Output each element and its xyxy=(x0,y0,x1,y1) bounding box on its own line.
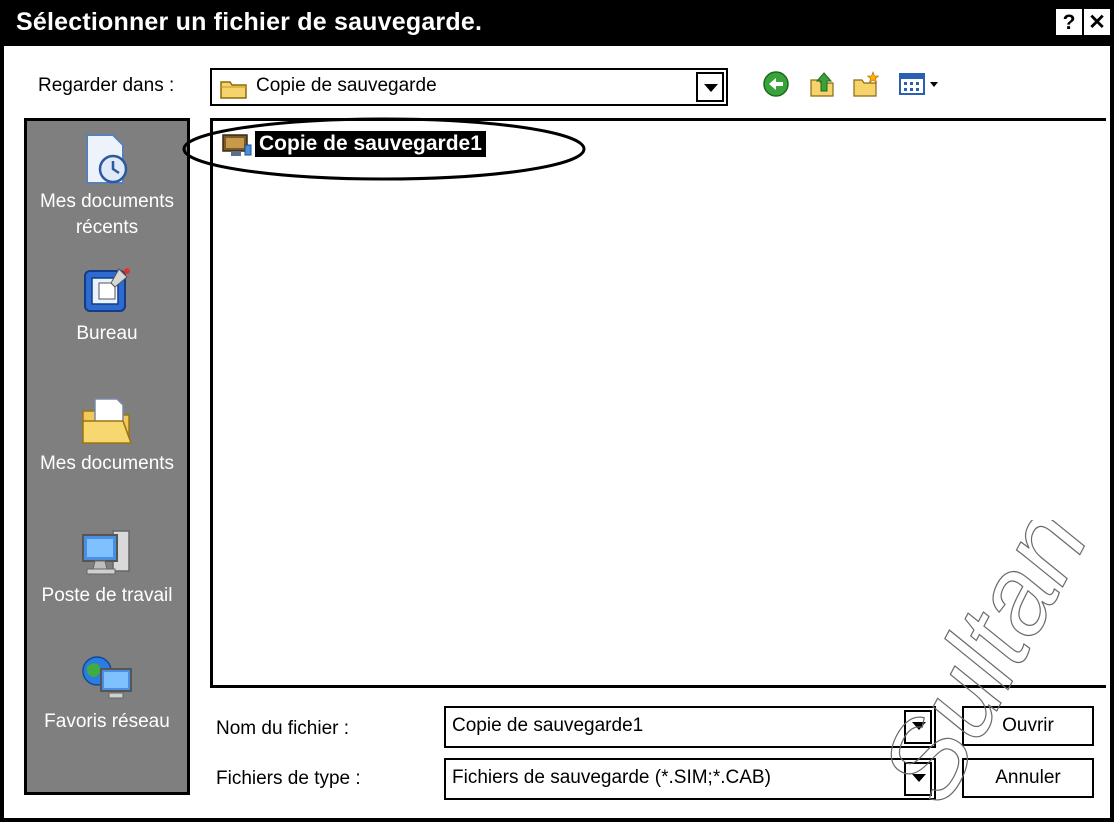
my-documents-icon xyxy=(82,398,133,444)
lookin-dropdown[interactable]: Copie de sauvegarde xyxy=(210,68,728,106)
lookin-dropdown-arrow[interactable] xyxy=(696,72,724,102)
sidebar-item-label: Bureau xyxy=(76,323,138,344)
sidebar-item-label-line2: récents xyxy=(75,217,139,238)
lookin-value: Copie de sauvegarde xyxy=(256,75,437,96)
sidebar-item-label: Poste de travail xyxy=(41,585,173,606)
filename-input[interactable]: Copie de sauvegarde1 xyxy=(444,706,936,748)
folder-icon xyxy=(220,81,247,99)
desktop-icon xyxy=(84,268,130,312)
file-open-dialog: Sélectionner un fichier de sauvegarde. ?… xyxy=(0,0,1114,822)
filetype-label: Fichiers de type : xyxy=(216,768,361,789)
sidebar-item-desktop[interactable]: Bureau xyxy=(27,263,187,347)
lookin-label: Regarder dans : xyxy=(38,75,175,96)
network-places-icon xyxy=(82,656,132,699)
watermark: Sultan xyxy=(884,520,1112,820)
my-computer-icon xyxy=(82,530,130,575)
up-folder-icon[interactable] xyxy=(808,70,836,98)
recent-documents-icon xyxy=(86,134,128,184)
filetype-value: Fichiers de sauvegarde (*.SIM;*.CAB) xyxy=(452,767,771,788)
sidebar-item-network-places[interactable]: Favoris réseau xyxy=(27,651,187,735)
sidebar-item-label: Favoris réseau xyxy=(44,711,170,732)
filename-value: Copie de sauvegarde1 xyxy=(452,715,644,736)
dialog-title: Sélectionner un fichier de sauvegarde. xyxy=(16,8,483,36)
back-icon[interactable] xyxy=(762,70,790,98)
sidebar-item-my-documents[interactable]: Mes documents xyxy=(27,393,187,477)
highlight-ellipse xyxy=(182,117,586,181)
close-button[interactable]: ✕ xyxy=(1084,9,1110,35)
places-bar: Mes documents récents Bureau Mes documen… xyxy=(24,118,190,795)
filename-label: Nom du fichier : xyxy=(216,718,350,739)
title-bar[interactable]: Sélectionner un fichier de sauvegarde. ?… xyxy=(4,0,1114,46)
sidebar-item-my-computer[interactable]: Poste de travail xyxy=(27,525,187,609)
sidebar-item-label: Mes documents xyxy=(39,453,175,474)
filetype-dropdown[interactable]: Fichiers de sauvegarde (*.SIM;*.CAB) xyxy=(444,758,936,800)
sidebar-item-label: Mes documents xyxy=(39,191,175,212)
new-folder-icon[interactable] xyxy=(852,70,880,98)
help-button[interactable]: ? xyxy=(1056,9,1082,35)
sidebar-item-recent-documents[interactable]: Mes documents récents xyxy=(27,131,187,241)
view-menu-icon[interactable] xyxy=(898,70,948,98)
watermark-text: Sultan xyxy=(884,520,1112,820)
